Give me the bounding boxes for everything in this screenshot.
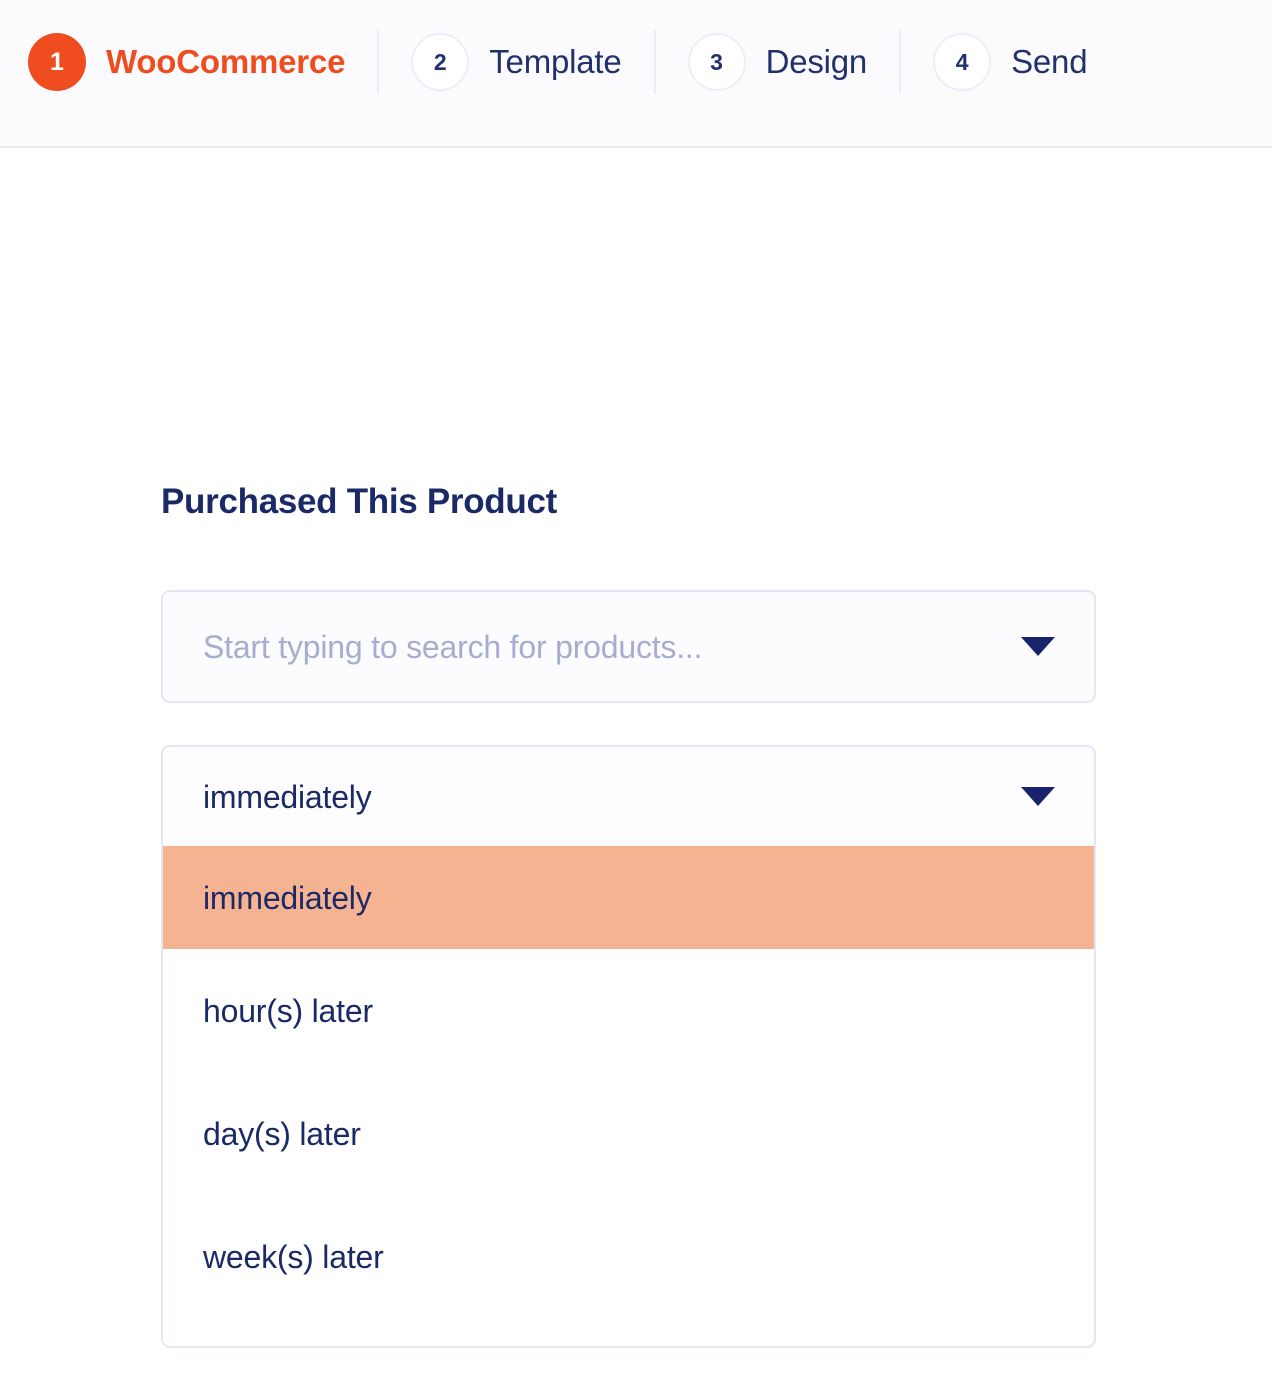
timing-option-hours-later[interactable]: hour(s) later — [163, 949, 1094, 1072]
wizard-step-header: 1 WooCommerce 2 Template 3 Design 4 Send — [0, 0, 1272, 148]
page-title: Purchased This Product — [161, 482, 557, 521]
product-search-input[interactable]: Start typing to search for products... — [203, 631, 1021, 663]
wizard-step-design[interactable]: 3 Design — [687, 31, 868, 93]
timing-option-days-later[interactable]: day(s) later — [163, 1072, 1094, 1195]
timing-option-immediately[interactable]: immediately — [163, 846, 1094, 949]
product-search-field[interactable]: Start typing to search for products... — [161, 590, 1096, 703]
step-label-send: Send — [1011, 43, 1088, 80]
step-number-badge-4: 4 — [933, 33, 992, 91]
step-divider-1 — [377, 30, 380, 94]
timing-select[interactable]: immediately immediately hour(s) later da… — [161, 745, 1096, 1348]
step-divider-3 — [899, 30, 902, 94]
timing-option-label: immediately — [203, 879, 372, 916]
step-number-badge-2: 2 — [411, 33, 470, 91]
timing-option-label: hour(s) later — [203, 992, 373, 1029]
step-label-woocommerce: WooCommerce — [106, 43, 346, 80]
timing-select-options: immediately hour(s) later day(s) later w… — [163, 846, 1094, 1318]
step-label-template: Template — [489, 43, 622, 80]
chevron-down-icon[interactable] — [1021, 787, 1055, 806]
timing-select-value: immediately — [203, 778, 372, 815]
timing-option-label: day(s) later — [203, 1115, 361, 1152]
step-number-badge-3: 3 — [687, 33, 746, 91]
step-number-badge-1: 1 — [28, 33, 86, 91]
timing-select-value-row[interactable]: immediately — [163, 747, 1094, 846]
wizard-steps: 1 WooCommerce 2 Template 3 Design 4 Send — [28, 30, 1088, 94]
wizard-step-template[interactable]: 2 Template — [411, 31, 622, 93]
step-divider-2 — [653, 30, 656, 94]
timing-option-label: week(s) later — [203, 1238, 384, 1275]
main-content: Purchased This Product — [161, 481, 1096, 523]
step-label-design: Design — [765, 43, 868, 80]
wizard-step-woocommerce[interactable]: 1 WooCommerce — [28, 31, 345, 93]
timing-option-weeks-later[interactable]: week(s) later — [163, 1195, 1094, 1318]
chevron-down-icon[interactable] — [1021, 637, 1055, 656]
wizard-step-send[interactable]: 4 Send — [933, 31, 1088, 93]
